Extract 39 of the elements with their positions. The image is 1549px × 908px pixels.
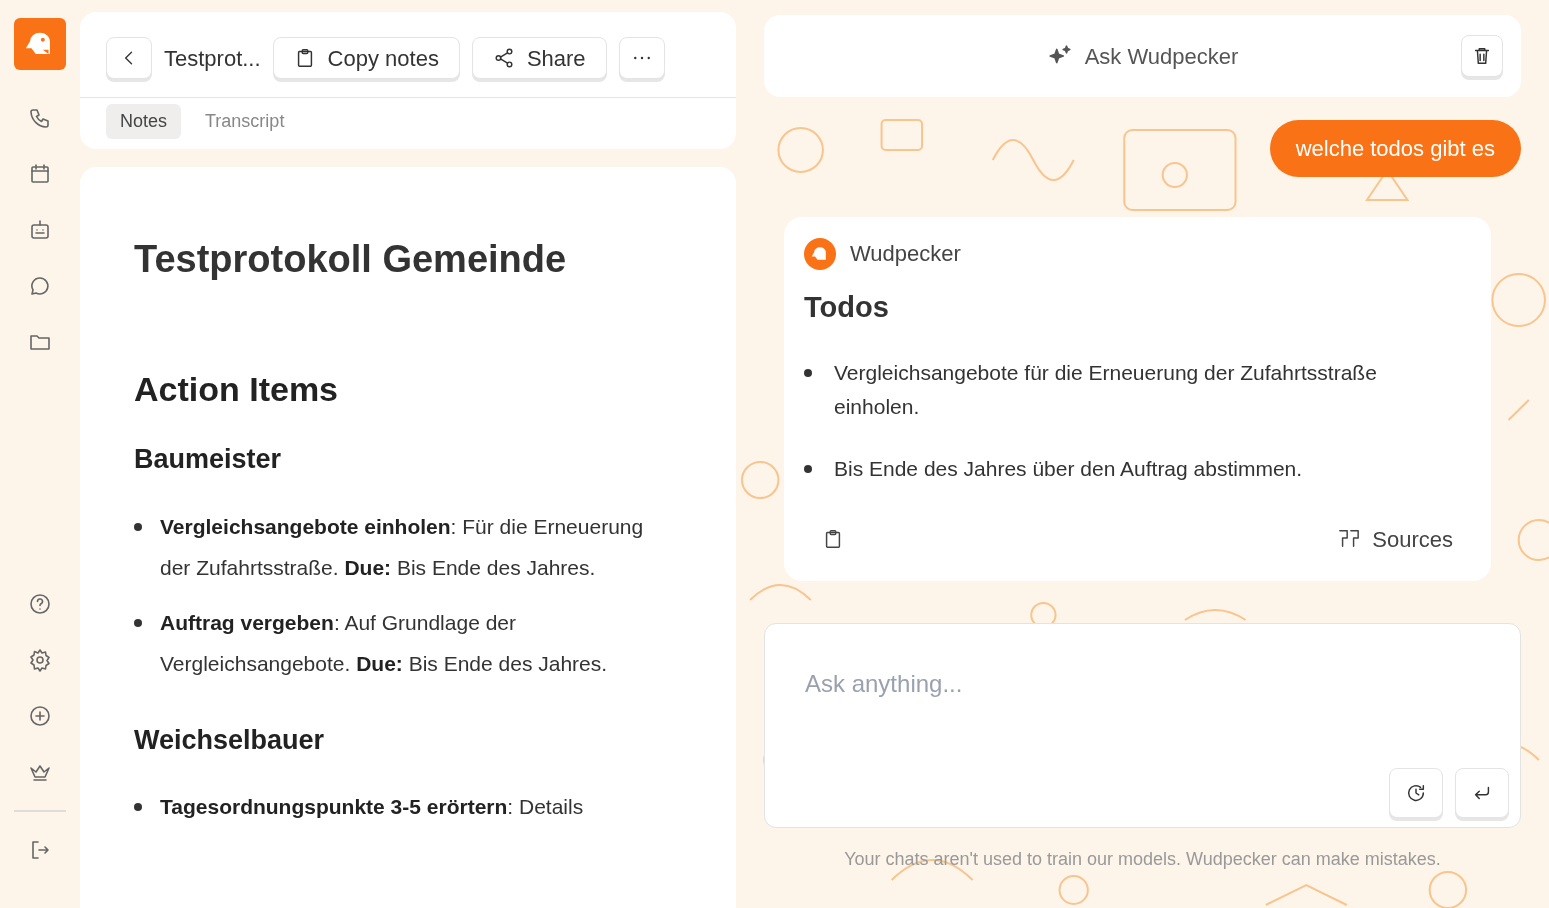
bullet-icon [134, 618, 142, 627]
history-button[interactable] [1389, 767, 1443, 818]
section-heading: Baumeister [134, 443, 283, 476]
action-item-text: Vergleichsangebote einholen: Für die Erneuerung der Zufahrtsstraße. Due: Bis Ende des Jahres. [160, 513, 645, 581]
document-title: Testprotokoll Gemeinde [134, 237, 568, 282]
action-item-text: Auftrag vergeben: Auf Grundlage der Vergleichsangebote. Due: Bis Ende des Jahres. [160, 609, 609, 677]
avatar-icon [804, 237, 836, 270]
calendar-icon[interactable] [28, 162, 52, 186]
robot-icon[interactable] [28, 218, 52, 242]
disclaimer-text: Your chats aren't used to train our models. Wudpecker can make mistakes. [843, 847, 1442, 871]
share-button[interactable]: Share [471, 37, 607, 79]
tab[interactable]: Transcript [191, 104, 299, 139]
todo-item-text: Vergleichsangebote für die Erneuerung der Zufahrtsstraße einholen. [834, 359, 1378, 420]
settings-icon[interactable] [28, 648, 52, 672]
chat-title: Ask Wudpecker [1084, 42, 1239, 71]
phone-icon[interactable] [28, 106, 52, 130]
bullet-icon [804, 464, 812, 473]
sender-name: Wudpecker [850, 240, 961, 268]
help-icon[interactable] [28, 592, 52, 616]
add-icon[interactable] [28, 704, 52, 728]
note-title: Testprot... [164, 44, 261, 73]
more-icon [632, 55, 651, 61]
quote-icon [1338, 528, 1361, 550]
section-heading: Weichselbauer [134, 723, 326, 757]
bullet-icon [134, 522, 142, 531]
copy-notes-button[interactable]: Copy notes [272, 37, 460, 79]
chat-input-field[interactable]: Ask anything... [764, 622, 1521, 828]
bullet-icon [134, 803, 142, 812]
action-item-text: Tagesordnungspunkte 3-5 erörtern: Details [160, 794, 584, 821]
bullet-icon [804, 368, 812, 377]
todo-item-text: Bis Ende des Jahres über den Auftrag abstimmen. [834, 455, 1303, 482]
user-message: welche todos gibt es [1269, 120, 1521, 177]
section-heading: Action Items [134, 368, 340, 410]
tab[interactable]: Notes [106, 104, 182, 139]
answer-heading: Todos [804, 290, 890, 325]
chat-icon[interactable] [28, 274, 52, 298]
app-logo[interactable] [14, 18, 66, 70]
delete-button[interactable] [1461, 35, 1503, 77]
sources-button[interactable]: Sources [1332, 521, 1459, 557]
